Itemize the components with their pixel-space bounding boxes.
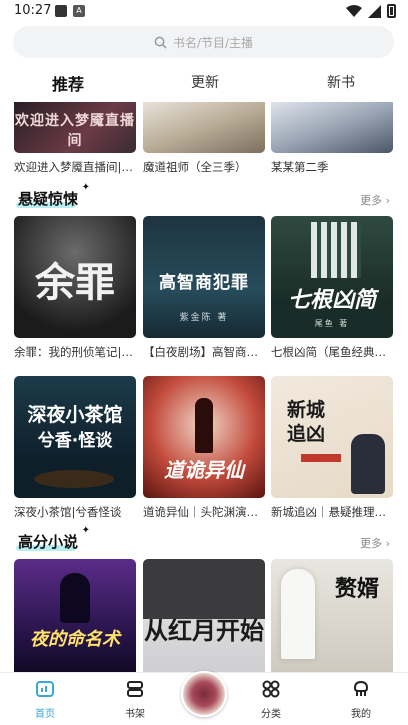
- chevron-right-icon: ›: [385, 194, 390, 207]
- book-cover: 赘婿: [271, 559, 393, 672]
- book-card[interactable]: 欢迎进入梦魇直播间 欢迎进入梦魇直播间|…: [14, 102, 136, 175]
- nav-label-profile: 我的: [351, 709, 371, 720]
- profile-icon: [353, 680, 369, 696]
- book-title: 某某第二季: [271, 160, 329, 174]
- nav-category[interactable]: 分类: [246, 679, 296, 720]
- cover-subtitle: 尾鱼 著: [314, 319, 350, 328]
- cover-title: 夜的命名术: [30, 629, 120, 650]
- cover-subtitle: 兮香·怪谈: [37, 431, 113, 451]
- book-card[interactable]: 高智商犯罪 紫金陈 著 【白夜剧场】高智商…: [143, 216, 265, 360]
- book-title: 魔道祖师（全三季）: [143, 160, 247, 174]
- book-title: 深夜小茶馆|兮香怪谈: [14, 505, 122, 519]
- cover-title: 余罪: [35, 260, 115, 306]
- book-cover: 夜的命名术: [14, 559, 136, 672]
- now-playing-disc[interactable]: [181, 671, 227, 717]
- sparkle-icon: ✦: [81, 525, 91, 536]
- book-cover: 从红月开始: [143, 559, 265, 672]
- section-title-suspense: 悬疑惊悚 ✦: [16, 182, 91, 208]
- section-title-novel: 高分小说 ✦: [16, 525, 91, 551]
- book-title: 新城追凶｜悬疑推理…: [271, 505, 386, 519]
- book-cover: 深夜小茶馆 兮香·怪谈: [14, 376, 136, 498]
- nav-bookshelf[interactable]: 书架: [110, 679, 160, 720]
- book-card[interactable]: 魔道祖师（全三季）: [143, 102, 265, 175]
- nav-label-home: 首页: [35, 709, 55, 720]
- search-placeholder: 书名/节目/主播: [172, 35, 254, 50]
- book-card[interactable]: 深夜小茶馆 兮香·怪谈 深夜小茶馆|兮香怪谈: [14, 376, 136, 520]
- cover-title: 欢迎进入梦魇直播间: [15, 113, 135, 149]
- more-link-suspense[interactable]: 更多 ›: [360, 192, 390, 208]
- top-tabs: 推荐 更新 新书: [0, 68, 408, 100]
- book-card[interactable]: 从红月开始: [143, 559, 265, 672]
- nav-profile[interactable]: 我的: [336, 679, 386, 720]
- search-bar[interactable]: 书名/节目/主播: [13, 26, 394, 58]
- nav-home[interactable]: 首页: [20, 679, 70, 720]
- book-card[interactable]: 道诡异仙 道诡异仙｜头陀渊演…: [143, 376, 265, 520]
- book-cover: 七根凶简 尾鱼 著: [271, 216, 393, 338]
- cover-title: 高智商犯罪: [159, 273, 249, 293]
- book-card[interactable]: 新城追凶 新城追凶｜悬疑推理…: [271, 376, 393, 520]
- wifi-icon: [346, 4, 362, 17]
- cover-subtitle: 紫金陈 著: [179, 313, 229, 323]
- book-card[interactable]: 七根凶简 尾鱼 著 七根凶简（尾鱼经典…: [271, 216, 393, 360]
- category-icon: [262, 680, 280, 698]
- book-card[interactable]: 某某第二季: [271, 102, 393, 175]
- book-cover: 新城追凶: [271, 376, 393, 498]
- book-title: 【白夜剧场】高智商…: [143, 345, 258, 359]
- book-card[interactable]: 余罪 余罪：我的刑侦笔记|…: [14, 216, 136, 360]
- book-cover: 欢迎进入梦魇直播间: [14, 102, 136, 153]
- home-icon: [36, 681, 54, 697]
- cover-title: 赘婿: [334, 577, 379, 602]
- tab-new-books[interactable]: 新书: [327, 72, 355, 92]
- book-card[interactable]: 夜的命名术: [14, 559, 136, 672]
- tab-recommend[interactable]: 推荐: [52, 71, 84, 95]
- book-title: 七根凶简（尾鱼经典…: [271, 345, 386, 359]
- cover-title: 从红月开始: [144, 617, 264, 645]
- cover-title: 七根凶简: [287, 288, 376, 313]
- bookshelf-icon: [127, 681, 143, 697]
- status-bar: 10:27 A: [0, 0, 408, 24]
- book-cover: 余罪: [14, 216, 136, 338]
- book-cover: 道诡异仙: [143, 376, 265, 498]
- chevron-right-icon: ›: [385, 537, 390, 550]
- search-icon: [154, 36, 167, 49]
- cover-title: 新城追凶: [287, 399, 326, 445]
- status-time: 10:27: [14, 3, 52, 18]
- cover-title: 道诡异仙: [164, 458, 244, 482]
- book-cover: 高智商犯罪 紫金陈 著: [143, 216, 265, 338]
- nav-label-bookshelf: 书架: [125, 709, 145, 720]
- book-title: 道诡异仙｜头陀渊演…: [143, 505, 258, 519]
- nav-label-category: 分类: [261, 709, 281, 720]
- app-notification-icon: A: [73, 5, 85, 17]
- battery-icon: [387, 4, 396, 18]
- bottom-nav: 首页 书架 分类 我的: [0, 671, 408, 725]
- book-title: 余罪：我的刑侦笔记|…: [14, 345, 133, 359]
- sparkle-icon: ✦: [81, 182, 91, 193]
- book-cover: [143, 102, 265, 153]
- tab-updates[interactable]: 更新: [191, 72, 219, 92]
- book-cover: [271, 102, 393, 153]
- cover-title: 深夜小茶馆: [27, 404, 123, 426]
- signal-icon: [368, 4, 381, 18]
- notification-icon: [55, 5, 67, 17]
- book-card[interactable]: 赘婿: [271, 559, 393, 672]
- book-title: 欢迎进入梦魇直播间|…: [14, 160, 133, 174]
- more-link-novel[interactable]: 更多 ›: [360, 535, 390, 551]
